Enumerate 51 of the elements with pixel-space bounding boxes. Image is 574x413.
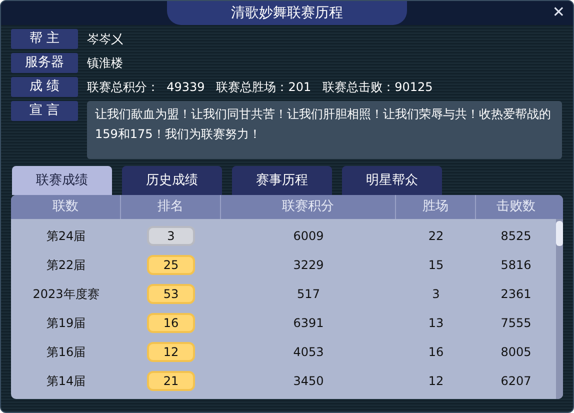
scrollbar-thumb[interactable] [556, 221, 563, 246]
field-value: 岑岑㐅 [87, 31, 123, 48]
table-cell-text: 3450 [293, 372, 324, 390]
table-cell-text: 517 [297, 286, 320, 302]
tab[interactable]: 明星帮众 [342, 166, 442, 195]
table-cell-text: 3 [432, 286, 440, 302]
table-cell-text: 15 [428, 256, 444, 274]
tab[interactable]: 赛事历程 [232, 166, 332, 195]
rank-badge: 12 [147, 342, 195, 362]
rank-badge: 53 [147, 284, 195, 304]
table-cell-text: 4053 [293, 344, 324, 360]
table-cell-text: 第19届 [46, 314, 86, 332]
column-header: 排名 [121, 195, 221, 219]
field-label: 成 绩 [11, 77, 78, 97]
field-value: 镇淮楼 [87, 55, 123, 72]
field-label: 帮 主 [11, 29, 78, 49]
rank-badge: 21 [147, 370, 195, 390]
table-cell-text: 2023年度赛 [32, 286, 100, 302]
column-header: 联数 [11, 195, 121, 219]
table-cell-text: 5816 [500, 256, 532, 274]
rank-badge: 16 [147, 312, 195, 332]
rank-badge: 3 [147, 226, 195, 246]
table-cell-text: 2361 [500, 286, 532, 302]
table-cell-text: 16 [428, 344, 444, 360]
table-cell-text: 第24届 [46, 228, 86, 244]
table-cell-text: 8005 [500, 344, 532, 360]
motto-text: 让我们歃血为盟！让我们同甘共苦！让我们肝胆相照！让我们荣辱与共！收热爱帮战的159和175！我们为联赛努力！ [87, 101, 562, 159]
tab[interactable]: 历史成绩 [122, 166, 222, 195]
table-cell-text: 第16届 [46, 344, 86, 360]
column-header: 胜场 [396, 195, 476, 219]
table-cell-text: 12 [428, 372, 444, 390]
table-cell-text: 3229 [293, 256, 324, 274]
column-header: 击败数 [496, 198, 536, 216]
rank-badge: 25 [147, 254, 195, 274]
field-label: 宣 言 [11, 101, 78, 121]
table-cell-text: 6009 [293, 228, 324, 244]
close-button[interactable]: ✕ [552, 1, 565, 24]
table-cell-text: 8525 [500, 228, 532, 244]
table-cell-text: 7555 [500, 314, 532, 332]
column-header: 联赛积分 [221, 195, 396, 219]
table-cell-text: 6391 [293, 314, 324, 332]
window-title: 清歌妙舞联赛历程 [167, 1, 407, 25]
field-value: 联赛总积分： 49339 联赛总胜场：201 联赛总击败：90125 [87, 79, 433, 96]
scrollbar[interactable] [556, 219, 563, 399]
table-cell-text: 第22届 [46, 256, 86, 274]
table-cell-text: 22 [428, 228, 444, 244]
field-label: 服务器 [11, 53, 78, 73]
table-cell-text: 第14届 [46, 372, 86, 390]
tab[interactable]: 联赛成绩 [12, 166, 112, 195]
table-cell-text: 6207 [500, 372, 532, 390]
table-cell-text: 13 [428, 314, 444, 332]
